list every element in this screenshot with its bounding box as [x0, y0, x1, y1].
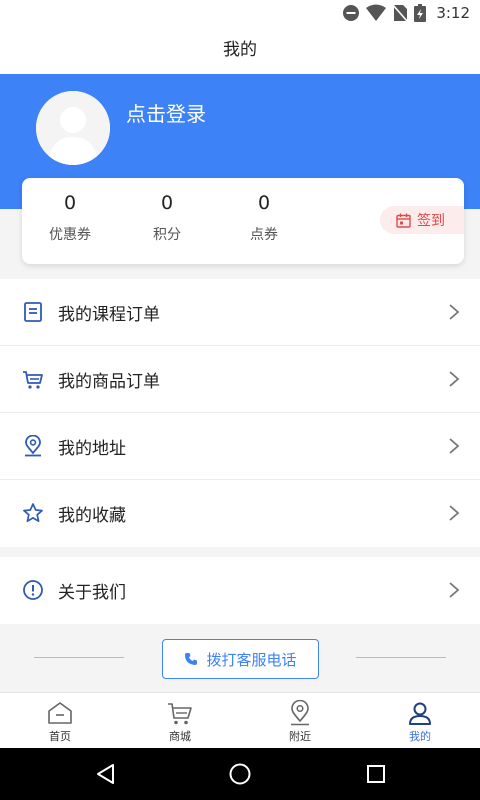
- menu-label: 我的商品订单: [58, 371, 160, 392]
- menu-label: 关于我们: [58, 583, 126, 603]
- user-icon: [409, 702, 431, 725]
- stat-coupons[interactable]: 0 优惠券: [30, 190, 110, 244]
- cart-icon: [23, 371, 43, 389]
- stat-value: 0: [63, 192, 77, 214]
- tab-home[interactable]: 首页: [0, 693, 120, 748]
- tab-label: 首页: [49, 730, 71, 743]
- menu-item-favorites[interactable]: 我的收藏: [0, 480, 480, 547]
- home-icon: [48, 702, 72, 724]
- stat-value: 0: [160, 192, 174, 214]
- calendar-icon: [396, 213, 411, 228]
- wifi-icon: [366, 4, 387, 21]
- checkin-button[interactable]: 签到: [380, 206, 464, 234]
- document-icon: [24, 302, 42, 322]
- tab-label: 商城: [169, 730, 191, 743]
- tab-mall[interactable]: 商城: [120, 693, 240, 748]
- bottom-tab-bar: 首页 商城 附近 我的: [0, 692, 480, 748]
- menu-group-about: 关于我们: [0, 557, 480, 624]
- avatar[interactable]: [36, 91, 110, 165]
- stat-label: 积分: [153, 227, 181, 243]
- system-nav-bar: [0, 748, 480, 800]
- call-customer-service-button[interactable]: 拨打客服电话: [162, 639, 319, 679]
- info-icon: [23, 580, 43, 600]
- home-nav-icon[interactable]: [228, 762, 252, 786]
- checkin-label: 签到: [417, 213, 445, 229]
- page-title: 我的: [0, 26, 480, 74]
- stat-label: 优惠券: [49, 227, 91, 243]
- default-avatar-icon: [36, 91, 110, 165]
- stat-points[interactable]: 0 积分: [127, 190, 207, 244]
- status-bar: 3:12: [0, 0, 480, 26]
- menu-item-course-orders[interactable]: 我的课程订单: [0, 279, 480, 346]
- chevron-right-icon: [449, 505, 460, 521]
- star-icon: [23, 503, 43, 523]
- chevron-right-icon: [449, 304, 460, 320]
- menu-item-address[interactable]: 我的地址: [0, 413, 480, 480]
- customer-service-area: 拨打客服电话: [0, 624, 480, 692]
- battery-icon: [414, 4, 427, 22]
- divider: [356, 657, 446, 658]
- menu-label: 我的课程订单: [58, 304, 160, 325]
- stat-value: 0: [257, 192, 271, 214]
- chevron-right-icon: [449, 582, 460, 598]
- location-icon: [291, 700, 309, 726]
- back-icon[interactable]: [94, 762, 118, 786]
- menu-label: 我的收藏: [58, 506, 126, 526]
- stats-card: 0 优惠券 0 积分 0 点券 签到: [22, 178, 464, 264]
- tab-nearby[interactable]: 附近: [240, 693, 360, 748]
- cart-icon: [168, 703, 192, 725]
- login-link[interactable]: 点击登录: [126, 98, 206, 127]
- menu-item-product-orders[interactable]: 我的商品订单: [0, 346, 480, 413]
- stat-label: 点券: [250, 227, 278, 243]
- do-not-disturb-icon: [343, 5, 360, 21]
- menu-label: 我的地址: [58, 438, 126, 459]
- tab-mine[interactable]: 我的: [360, 693, 480, 748]
- tab-label: 我的: [409, 730, 431, 743]
- divider: [34, 657, 124, 658]
- menu-group-orders: 我的课程订单 我的商品订单 我的地址 我的收藏: [0, 279, 480, 547]
- chevron-right-icon: [449, 371, 460, 387]
- recents-icon[interactable]: [364, 762, 388, 786]
- status-time: 3:12: [436, 4, 470, 22]
- tab-label: 附近: [289, 730, 311, 743]
- phone-icon: [185, 653, 198, 665]
- location-icon: [25, 435, 41, 457]
- stat-vouchers[interactable]: 0 点券: [224, 190, 304, 244]
- call-button-label: 拨打客服电话: [206, 650, 297, 669]
- menu-item-about-us[interactable]: 关于我们: [0, 557, 480, 624]
- chevron-right-icon: [449, 438, 460, 454]
- no-sim-icon: [392, 4, 408, 22]
